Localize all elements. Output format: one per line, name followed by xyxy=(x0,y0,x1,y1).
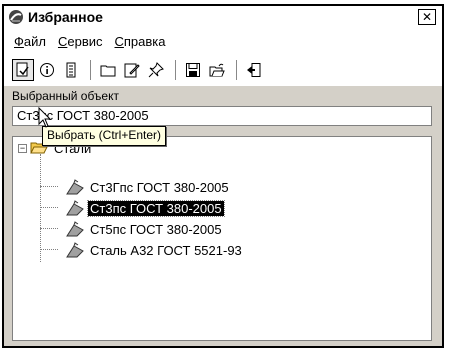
toolbar xyxy=(4,54,442,86)
tree-item-st3gps[interactable]: Ст3Гпс ГОСТ 380-2005 xyxy=(65,178,231,196)
pin-icon xyxy=(148,62,164,78)
collapse-icon[interactable]: − xyxy=(18,143,27,153)
tree-item-st3ps[interactable]: Ст3пс ГОСТ 380-2005 xyxy=(65,199,225,217)
properties-button[interactable] xyxy=(60,59,82,81)
favorites-window: Избранное ✕ Файл Сервис Справка Выбранны… xyxy=(2,4,444,348)
select-button[interactable] xyxy=(12,59,34,81)
menu-help[interactable]: Справка xyxy=(115,34,166,49)
selected-object-label: Выбранный объект xyxy=(12,89,119,103)
open-button[interactable] xyxy=(206,59,228,81)
tree-connector xyxy=(40,154,41,262)
tree-connector xyxy=(40,228,58,229)
new-folder-button[interactable] xyxy=(97,59,119,81)
tree-item-label: Ст3Гпс ГОСТ 380-2005 xyxy=(90,179,229,195)
toolbar-separator xyxy=(90,60,91,80)
toolbar-separator xyxy=(175,60,176,80)
title-bar[interactable]: Избранное ✕ xyxy=(4,6,442,28)
toolbar-separator xyxy=(236,60,237,80)
tree-connector xyxy=(40,186,58,187)
pin-button[interactable] xyxy=(145,59,167,81)
selected-object-field[interactable]: Ст3пс ГОСТ 380-2005 xyxy=(12,106,432,126)
material-icon xyxy=(66,179,84,195)
folder-icon xyxy=(100,65,116,77)
menu-bar: Файл Сервис Справка xyxy=(4,28,442,54)
tree-item-st5ps[interactable]: Ст5пс ГОСТ 380-2005 xyxy=(65,220,224,238)
edit-icon xyxy=(124,63,140,78)
favorites-app-icon xyxy=(9,10,23,24)
tree-item-label: Ст3пс ГОСТ 380-2005 xyxy=(87,199,225,217)
save-button[interactable] xyxy=(182,59,204,81)
tree-connector xyxy=(40,249,58,250)
tree-item-label: Сталь А32 ГОСТ 5521-93 xyxy=(90,242,242,258)
info-button[interactable] xyxy=(36,59,58,81)
edit-button[interactable] xyxy=(121,59,143,81)
info-icon xyxy=(40,63,54,77)
favorites-tree[interactable]: − Стали Ст3Гпс ГОСТ 380-2005 Ст3пс ГОСТ … xyxy=(12,136,432,341)
material-icon xyxy=(66,200,84,216)
close-button[interactable]: ✕ xyxy=(418,9,436,25)
exit-button[interactable] xyxy=(243,59,265,81)
exit-icon xyxy=(247,63,261,77)
tooltip: Выбрать (Ctrl+Enter) xyxy=(42,126,167,146)
material-icon xyxy=(66,221,84,237)
open-icon xyxy=(209,63,225,77)
close-icon: ✕ xyxy=(421,10,433,24)
select-icon xyxy=(16,62,29,77)
menu-service[interactable]: Сервис xyxy=(58,34,103,49)
tree-connector xyxy=(40,207,58,208)
mouse-cursor-icon xyxy=(38,107,52,128)
tree-item-label: Ст5пс ГОСТ 380-2005 xyxy=(90,221,222,237)
properties-icon xyxy=(66,62,76,78)
menu-file[interactable]: Файл xyxy=(14,34,46,49)
save-icon xyxy=(186,63,200,77)
window-title: Избранное xyxy=(28,9,103,25)
material-icon xyxy=(66,242,84,258)
tree-item-a32[interactable]: Сталь А32 ГОСТ 5521-93 xyxy=(65,241,244,259)
